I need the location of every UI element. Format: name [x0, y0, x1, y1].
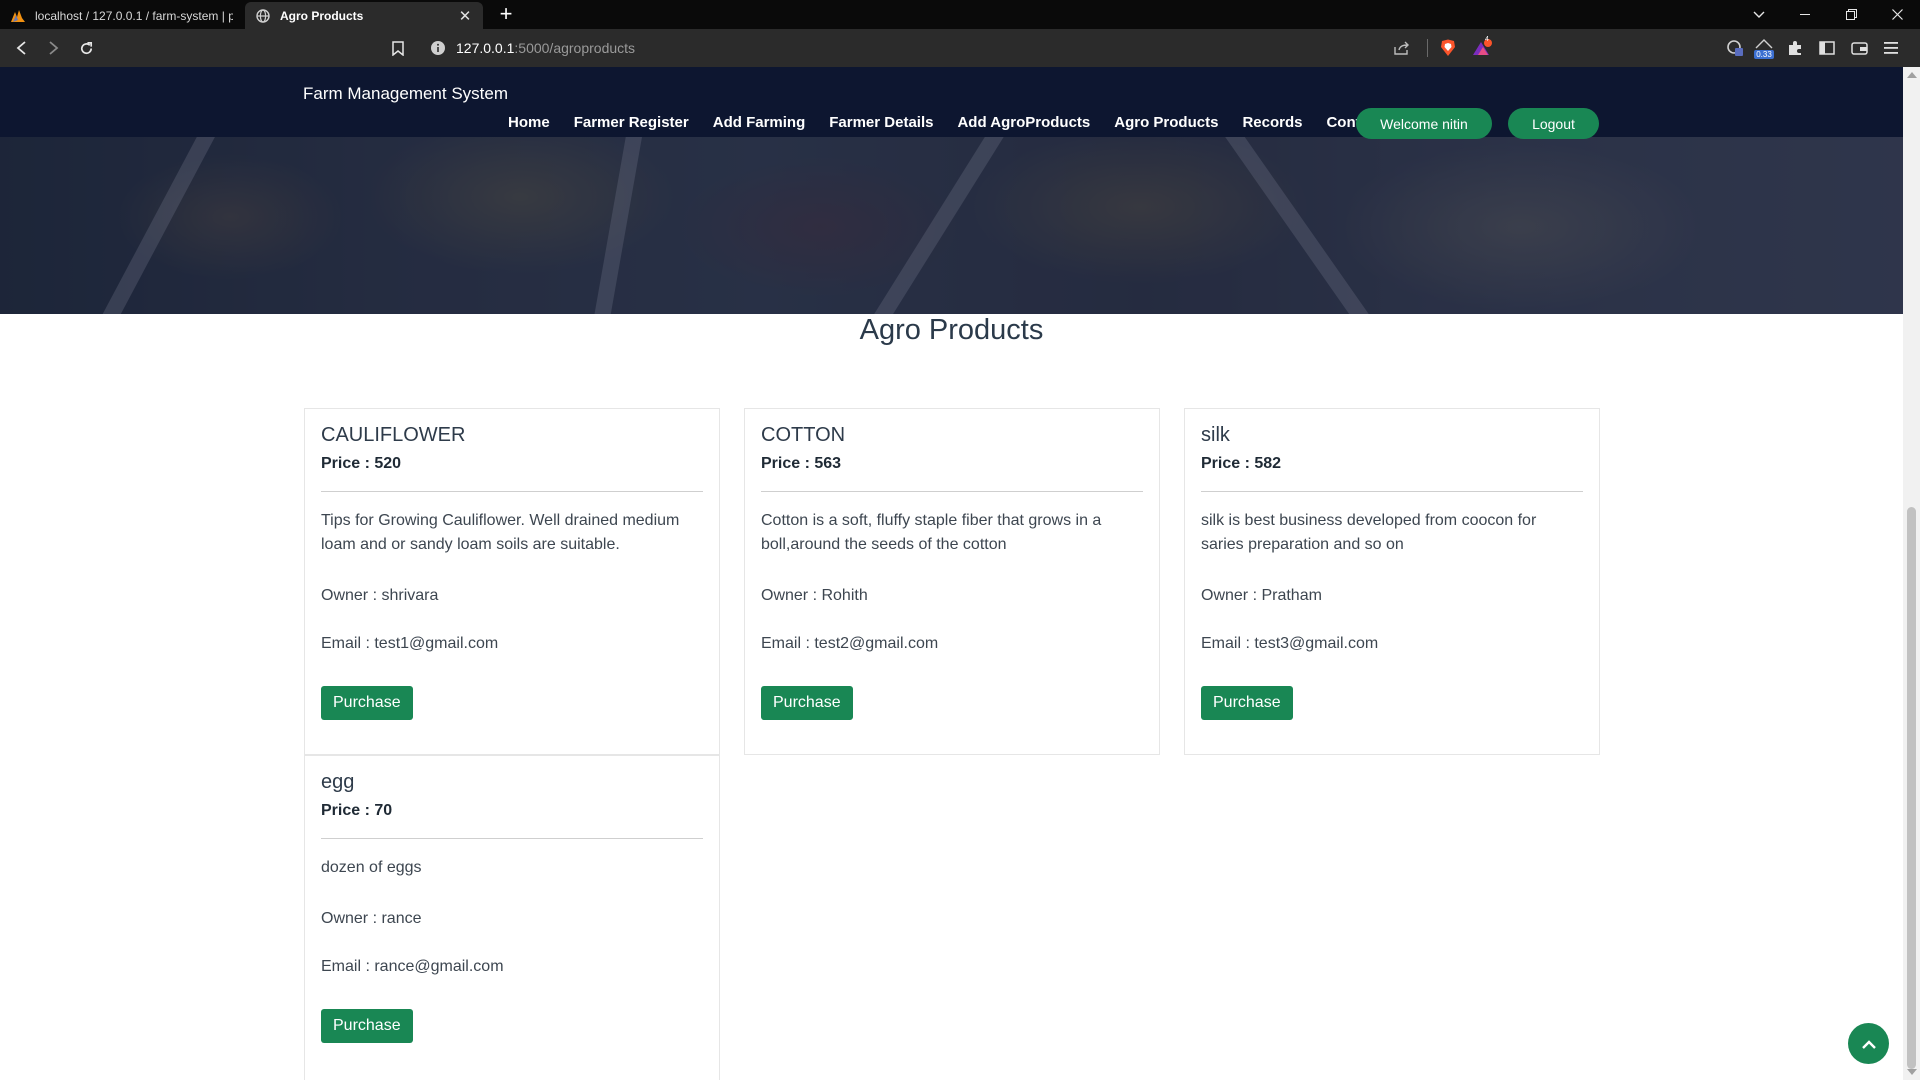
- nav-farmer-register[interactable]: Farmer Register: [574, 114, 689, 131]
- card-divider: [321, 491, 703, 492]
- card-divider: [761, 491, 1143, 492]
- scrollbar-thumb[interactable]: [1907, 507, 1916, 1069]
- product-description: silk is best business developed from coo…: [1201, 512, 1537, 553]
- address-bar[interactable]: 127.0.0.1:5000/agroproducts: [420, 34, 1495, 62]
- stats-label: 0.33: [1754, 50, 1774, 59]
- forward-icon[interactable]: [41, 36, 65, 60]
- product-name: silk: [1201, 424, 1230, 446]
- browser-toolbar: 127.0.0.1:5000/agroproducts 4 0.33: [0, 29, 1920, 67]
- product-name: CAULIFLOWER: [321, 424, 466, 446]
- brave-shields-icon[interactable]: [1436, 36, 1460, 60]
- card-divider: [321, 838, 703, 839]
- vpn-icon[interactable]: [1724, 37, 1746, 59]
- window-controls: [1736, 0, 1920, 29]
- page-scrollbar[interactable]: [1903, 67, 1920, 1080]
- tab-phpmyadmin[interactable]: localhost / 127.0.0.1 / farm-system | p: [0, 2, 243, 29]
- wallet-icon[interactable]: [1848, 37, 1870, 59]
- close-window-button[interactable]: [1874, 0, 1920, 29]
- back-icon[interactable]: [10, 36, 34, 60]
- purchase-button[interactable]: Purchase: [321, 1009, 413, 1043]
- product-name: egg: [321, 771, 355, 793]
- welcome-user-button[interactable]: Welcome nitin: [1356, 108, 1492, 139]
- product-price: Price : 520: [321, 455, 402, 472]
- share-icon[interactable]: [1390, 36, 1414, 60]
- minimize-button[interactable]: [1782, 0, 1828, 29]
- url-host: 127.0.0.1: [456, 40, 515, 56]
- tab-title: Agro Products: [280, 8, 364, 23]
- nav-agro-products[interactable]: Agro Products: [1114, 114, 1218, 131]
- close-tab-icon[interactable]: ✕: [457, 8, 473, 25]
- product-card: CAULIFLOWER Price : 520 Tips for Growing…: [304, 408, 720, 755]
- product-email: Email : test1@gmail.com: [321, 635, 499, 652]
- browser-tab-bar: localhost / 127.0.0.1 / farm-system | p …: [0, 0, 1920, 29]
- purchase-button[interactable]: Purchase: [321, 686, 413, 720]
- extensions-puzzle-icon[interactable]: [1784, 37, 1806, 59]
- bookmark-icon[interactable]: [386, 36, 410, 60]
- brave-rewards-icon[interactable]: 4: [1470, 36, 1494, 60]
- site-info-icon[interactable]: [430, 40, 446, 56]
- chevron-up-icon: [1861, 1039, 1876, 1049]
- product-card: COTTON Price : 563 Cotton is a soft, flu…: [744, 408, 1160, 755]
- tab-title: localhost / 127.0.0.1 / farm-system | p: [35, 8, 233, 23]
- purchase-button[interactable]: Purchase: [761, 686, 853, 720]
- scroll-up-arrow-icon[interactable]: [1907, 72, 1917, 78]
- product-price: Price : 70: [321, 802, 393, 819]
- globe-icon: [255, 8, 271, 24]
- rewards-badge: 4: [1485, 36, 1489, 43]
- hero-overlay: [0, 137, 1903, 314]
- product-description: Cotton is a soft, fluffy staple fiber th…: [761, 512, 1102, 553]
- product-card: egg Price : 70 dozen of eggs Owner : ran…: [304, 755, 720, 1080]
- nav-add-agroproducts[interactable]: Add AgroProducts: [957, 114, 1090, 131]
- page-viewport: Farm Management System Home Farmer Regis…: [0, 67, 1920, 1080]
- product-description: Tips for Growing Cauliflower. Well drain…: [321, 512, 680, 553]
- product-email: Email : test2@gmail.com: [761, 635, 939, 652]
- product-description: dozen of eggs: [321, 859, 422, 876]
- new-tab-button[interactable]: +: [494, 3, 518, 27]
- purchase-button[interactable]: Purchase: [1201, 686, 1293, 720]
- product-owner: Owner : Pratham: [1201, 587, 1322, 604]
- product-owner: Owner : shrivara: [321, 587, 439, 604]
- product-owner: Owner : Rohith: [761, 587, 868, 604]
- back-to-top-button[interactable]: [1848, 1023, 1889, 1064]
- url-text: 127.0.0.1:5000/agroproducts: [456, 40, 635, 56]
- site-brand[interactable]: Farm Management System: [303, 84, 508, 104]
- nav-links: Home Farmer Register Add Farming Farmer …: [508, 114, 1406, 131]
- product-price: Price : 582: [1201, 455, 1282, 472]
- nav-home[interactable]: Home: [508, 114, 550, 131]
- product-email: Email : test3@gmail.com: [1201, 635, 1379, 652]
- nav-farmer-details[interactable]: Farmer Details: [829, 114, 933, 131]
- product-name: COTTON: [761, 424, 846, 446]
- scroll-down-arrow-icon[interactable]: [1907, 1069, 1917, 1075]
- product-email: Email : rance@gmail.com: [321, 958, 504, 975]
- sidebar-icon[interactable]: [1816, 37, 1838, 59]
- tab-search-icon[interactable]: [1736, 0, 1782, 29]
- product-owner: Owner : rance: [321, 910, 422, 927]
- reload-icon[interactable]: [74, 36, 98, 60]
- menu-icon[interactable]: [1880, 37, 1902, 59]
- hero-banner-image: [0, 137, 1903, 314]
- url-path: :5000/agroproducts: [514, 40, 636, 56]
- toolbar-divider: [1427, 39, 1428, 57]
- stats-extension-icon[interactable]: 0.33: [1752, 37, 1776, 59]
- card-divider: [1201, 491, 1583, 492]
- restore-button[interactable]: [1828, 0, 1874, 29]
- nav-records[interactable]: Records: [1242, 114, 1302, 131]
- tab-agro-products[interactable]: Agro Products ✕: [245, 2, 483, 29]
- nav-add-farming[interactable]: Add Farming: [713, 114, 806, 131]
- site-navbar: Farm Management System Home Farmer Regis…: [0, 67, 1903, 139]
- extensions-area: 0.33: [1724, 36, 1902, 60]
- logout-button[interactable]: Logout: [1508, 108, 1599, 139]
- product-card: silk Price : 582 silk is best business d…: [1184, 408, 1600, 755]
- phpmyadmin-icon: [10, 8, 26, 24]
- product-price: Price : 563: [761, 455, 842, 472]
- page-title: Agro Products: [859, 314, 1044, 346]
